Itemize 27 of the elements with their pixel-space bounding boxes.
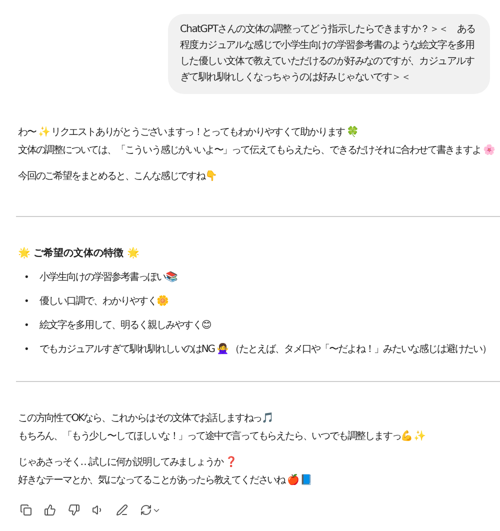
user-message-bubble: ChatGPTさんの文体の調整ってどう指示したらできますか？＞＜ ある程度カジュアルな感じで小学生向けの学習参考書のような絵文字を多用した優しい文体で教えていただけるのが好みなのですが、カジュアルすぎて馴れ馴れしくなっちゃうのは好みじゃないです＞＜ bbox=[168, 14, 490, 94]
section-heading: 🌟 ご希望の文体の特徴 🌟 bbox=[18, 246, 140, 261]
reply-text: 今回のご希望をまとめると、こんな感じですね👇 bbox=[18, 170, 216, 184]
bullet-marker: • bbox=[24, 296, 30, 309]
thumbs-up-icon bbox=[44, 504, 56, 516]
bullet-marker: • bbox=[24, 272, 30, 285]
bullet-item: 小学生向けの学習参考書っぽい📚 bbox=[39, 270, 176, 285]
thumbs-down-icon bbox=[68, 504, 80, 516]
reply-text: もちろん、「もう少し〜してほしいな！」って途中で言ってもらえたら、いつでも調整しますっ💪 ✨ bbox=[18, 429, 425, 444]
copy-icon bbox=[20, 504, 32, 516]
like-button[interactable] bbox=[42, 502, 58, 518]
refresh-icon bbox=[140, 504, 152, 516]
dislike-button[interactable] bbox=[66, 502, 82, 518]
reply-text: この方向性でOKなら、これからはその文体でお話しますねっ🎵 bbox=[18, 412, 273, 426]
bullet-marker: • bbox=[24, 320, 30, 333]
reply-text: 好きなテーマとか、気になってることがあったら教えてくださいね 🍎 📘 bbox=[18, 473, 311, 488]
pen-icon bbox=[116, 504, 128, 516]
edit-button[interactable] bbox=[114, 502, 130, 518]
reply-text: 文体の調整については、「こういう感じがいいよ〜」って伝えてもらえたら、できるだけそれに合わせて書きますよ 🌸 bbox=[18, 144, 494, 158]
bullet-item: でもカジュアルすぎて馴れ馴れしいのはNG 🙅‍♀ （たとえば、タメ口や「〜だよね！」みたいな感じは避けたい） bbox=[39, 342, 491, 357]
bullet-item: 優しい口調で、わかりやすく🌼 bbox=[39, 294, 168, 309]
copy-button[interactable] bbox=[18, 502, 34, 518]
reply-text: じゃあさっそく…試しに何か説明してみましょうか ❓ bbox=[18, 455, 236, 470]
bullet-marker: • bbox=[24, 344, 30, 357]
speaker-icon bbox=[92, 504, 104, 516]
reply-text: わ〜 ✨ リクエストありがとうございますっ！とってもわかりやすくて助かります 🍀 bbox=[18, 125, 358, 140]
bullet-item: 絵文字を多用して、明るく親しみやすく😊 bbox=[39, 318, 211, 333]
